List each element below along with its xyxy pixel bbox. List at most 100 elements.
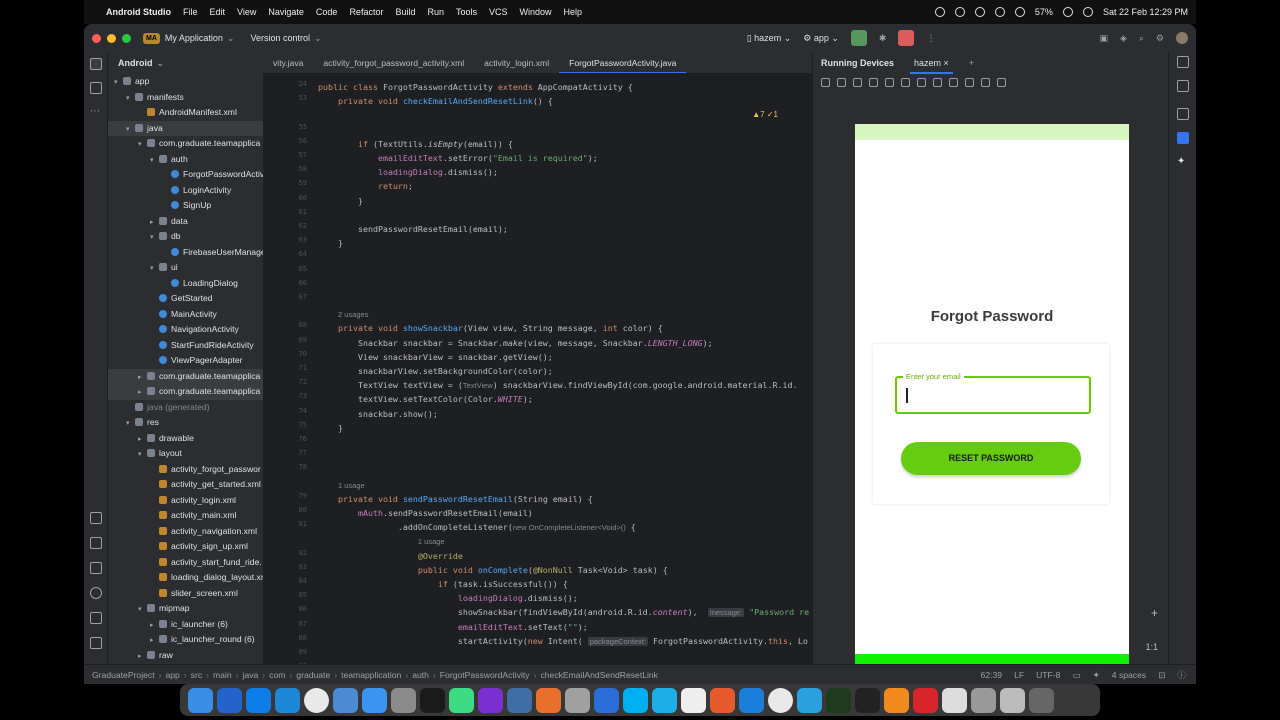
code-line[interactable]: snackbar.show(); [318,407,438,421]
tree-item[interactable]: activity_navigation.xml [108,524,263,540]
tree-item[interactable]: LoadingDialog [108,276,263,292]
code-line[interactable]: private void sendPasswordResetEmail(Stri… [318,492,593,506]
tree-item[interactable]: ▸ data [108,214,263,230]
power-icon[interactable] [821,77,830,87]
indent-setting[interactable]: 4 spaces [1112,670,1146,680]
breadcrumb-item[interactable]: app [165,670,179,680]
minimize-window-button[interactable] [107,33,116,43]
notifications-icon[interactable] [1177,56,1189,68]
tree-item[interactable]: ▸ ic_launcher_round (6) [108,632,263,648]
chevron-icon[interactable]: ▸ [150,633,159,649]
code-line[interactable]: } [318,421,343,435]
chevron-icon[interactable]: ▾ [126,416,135,432]
recent-window-1[interactable] [942,687,967,713]
tree-item[interactable]: activity_login.xml [108,493,263,509]
add-device-icon[interactable]: + [969,58,974,68]
editor-tab[interactable]: vity.java [263,52,313,73]
snapshot-icon[interactable] [981,77,990,87]
tree-item[interactable]: slider_screen.xml [108,586,263,602]
breadcrumb-item[interactable]: ForgotPasswordActivity [440,670,530,680]
search-icon[interactable]: ⌕ [1139,33,1144,44]
tree-item[interactable]: ▾ app [108,74,263,90]
home-icon[interactable] [917,77,926,87]
tree-item[interactable]: ▸ com.graduate.teamapplica [108,368,263,386]
tree-item[interactable]: loading_dialog_layout.xr [108,570,263,586]
gemini-icon[interactable]: ✦ [1177,156,1189,168]
code-line[interactable]: Snackbar snackbar = Snackbar.make(view, … [318,336,713,350]
more-tools-icon[interactable]: ⋯ [90,106,102,118]
editor-tab[interactable]: activity_forgot_password_activity.xml [313,52,474,73]
terminal-2-icon[interactable] [855,687,880,713]
project-tool-icon[interactable] [90,58,102,70]
gradle-tool-icon[interactable] [1177,80,1189,92]
play-icon[interactable] [994,7,1005,17]
android-studio-icon[interactable] [449,687,474,713]
tree-item[interactable]: ▾ com.graduate.teamapplica [108,136,263,152]
breadcrumb-item[interactable]: java [243,670,259,680]
record-icon[interactable] [934,7,945,17]
code-line[interactable]: emailEditText.setError("Email is require… [318,151,598,165]
chevron-icon[interactable]: ▾ [114,75,123,91]
terminal-tool-icon[interactable] [90,612,102,624]
tree-item[interactable]: MainActivity [108,307,263,323]
chevron-icon[interactable]: ▸ [138,370,147,386]
editor-tab[interactable]: activity_login.xml [474,52,559,73]
line-separator[interactable]: LF [1014,670,1024,680]
code-line[interactable]: loadingDialog.dismiss(); [318,165,498,179]
app-icon-blue-3[interactable] [739,687,764,713]
editor-tab[interactable]: ForgotPasswordActivity.java [559,52,687,73]
tree-item[interactable]: ▾ mipmap [108,601,263,617]
chevron-icon[interactable]: ▸ [138,385,147,401]
mail-icon[interactable] [333,687,358,713]
tree-item[interactable]: ▾ ui [108,260,263,276]
tree-item[interactable]: ▸ drawable [108,431,263,447]
menu-app-name[interactable]: Android Studio [106,7,171,17]
running-devices-tool-icon[interactable] [1177,132,1189,144]
volume-down-icon[interactable] [853,77,862,87]
close-window-button[interactable] [92,33,101,43]
tree-item[interactable]: ▸ ic_launcher (6) [108,617,263,633]
debug-icon[interactable]: ✱ [879,33,887,44]
breadcrumb-item[interactable]: graduate [296,670,330,680]
app-icon-blue[interactable] [507,687,532,713]
chrome-icon[interactable] [304,687,329,713]
firefox-icon[interactable] [536,687,561,713]
tree-item[interactable]: java (generated) [108,400,263,416]
system-settings-icon[interactable] [391,687,416,713]
tree-item[interactable]: ViewPagerAdapter [108,353,263,369]
code-line[interactable]: private void showSnackbar(View view, Str… [318,321,663,335]
more-icon[interactable]: ⋮ [926,33,935,44]
xcode-icon[interactable] [275,687,300,713]
menu-edit[interactable]: Edit [210,7,226,17]
zoom-window-button[interactable] [122,33,131,43]
problems-tool-icon[interactable] [90,587,102,599]
breadcrumb-item[interactable]: src [191,670,202,680]
breadcrumb-item[interactable]: auth [412,670,429,680]
telegram-icon[interactable] [797,687,822,713]
finder-icon[interactable] [188,687,213,713]
device-selector[interactable]: ▯ hazem ⌄ [747,33,792,44]
code-line[interactable]: 1 usage [318,534,445,548]
chevron-icon[interactable]: ▾ [138,447,147,463]
breadcrumb-item[interactable]: com [269,670,285,680]
menu-tools[interactable]: Tools [456,7,477,17]
tree-item[interactable]: ▾ auth [108,152,263,168]
device-manager-icon[interactable]: ▣ [1099,33,1108,44]
tree-item[interactable]: ▾ res [108,415,263,431]
settings-gear-icon[interactable] [565,687,590,713]
chevron-icon[interactable]: ▸ [138,649,147,665]
chevron-icon[interactable]: ▸ [150,618,159,634]
tree-item[interactable]: ▾ java [108,120,263,136]
commit-tool-icon[interactable] [90,82,102,94]
code-line[interactable]: return; [318,179,413,193]
code-line[interactable]: @Override [318,549,463,563]
menu-build[interactable]: Build [395,7,415,17]
settings-icon[interactable]: ⚙ [1156,33,1164,44]
menu-refactor[interactable]: Refactor [349,7,383,17]
help-icon[interactable]: ⓘ [1177,669,1186,681]
chevron-icon[interactable]: ▸ [138,432,147,448]
project-view-selector[interactable]: Android ⌄ [108,52,263,74]
email-field[interactable]: Enter your email [895,372,1091,414]
app-icon-orange[interactable] [710,687,735,713]
overview-icon[interactable] [933,77,942,87]
